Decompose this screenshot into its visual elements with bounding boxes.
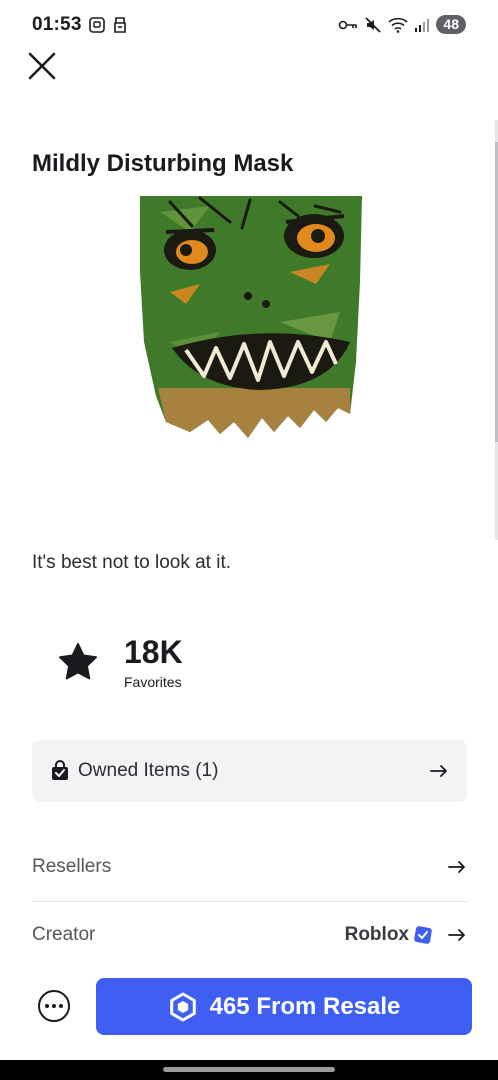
item-title: Mildly Disturbing Mask [32, 150, 294, 177]
resellers-row[interactable]: Resellers [32, 852, 467, 882]
shopping-bag-check-icon [52, 760, 68, 780]
mask-image [140, 196, 362, 438]
robux-icon [169, 992, 196, 1021]
arrow-right-icon [448, 861, 465, 873]
creator-label: Creator [32, 924, 96, 945]
arrow-right-icon [448, 929, 465, 941]
notification-icon [114, 17, 126, 33]
creator-row[interactable]: Creator Roblox [32, 920, 467, 950]
item-description: It's best not to look at it. [32, 552, 232, 573]
signal-icon [415, 18, 430, 32]
vpn-key-icon [339, 20, 358, 29]
divider [32, 901, 467, 902]
status-bar: 01:53 48 [0, 0, 498, 56]
home-gesture-handle[interactable] [163, 1067, 335, 1072]
wifi-icon [388, 17, 408, 33]
status-time: 01:53 [32, 14, 82, 35]
creator-name[interactable]: Roblox [345, 924, 409, 946]
favorites-stat: 18K Favorites [58, 634, 183, 690]
favorites-label: Favorites [124, 674, 182, 690]
buy-resale-button[interactable]: 465 From Resale [96, 978, 472, 1035]
status-left-icons [88, 15, 128, 35]
screenshot-icon [89, 17, 105, 33]
favorites-count: 18K [124, 634, 183, 670]
status-right-icons: 48 [338, 15, 466, 34]
buy-button-label: 465 From Resale [209, 992, 401, 1020]
battery-indicator: 48 [436, 15, 466, 34]
resellers-label: Resellers [32, 856, 112, 877]
more-button[interactable] [38, 990, 70, 1022]
verified-badge-icon [414, 926, 432, 944]
close-icon [28, 52, 56, 80]
mute-icon [365, 16, 382, 33]
arrow-right-icon [430, 765, 447, 777]
star-icon [59, 643, 97, 680]
close-button[interactable] [22, 46, 62, 86]
owned-items-label: Owned Items (1) [78, 760, 219, 781]
more-icon [45, 1004, 49, 1008]
owned-items-button[interactable]: Owned Items (1) [32, 740, 467, 802]
favorites-text: 18K Favorites [124, 634, 183, 690]
